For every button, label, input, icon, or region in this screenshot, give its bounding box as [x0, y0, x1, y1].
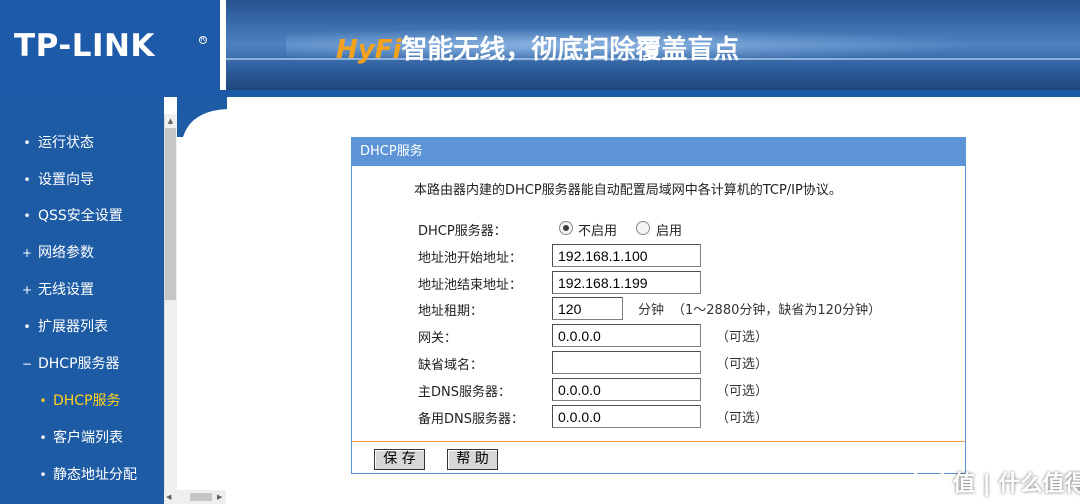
sidebar-item-setup-wizard[interactable]: • 设置向导	[0, 167, 164, 193]
lease-label: 地址租期：	[418, 304, 484, 319]
lease-unit: 分钟	[638, 303, 665, 318]
bullet-icon: •	[23, 209, 31, 223]
bullet-icon: •	[39, 394, 47, 408]
bullet-icon: •	[23, 136, 31, 150]
dhcp-panel: DHCP服务 本路由器内建的DHCP服务器能自动配置局域网中各计算机的TCP/I…	[351, 137, 966, 474]
sidebar-item-extenders[interactable]: • 扩展器列表	[0, 314, 164, 340]
radio-dhcp-on[interactable]	[636, 221, 650, 235]
panel-title: DHCP服务	[352, 138, 965, 166]
header-divider	[0, 90, 1080, 97]
sidebar-item-label: 设置向导	[38, 172, 94, 188]
gateway-hint: （可选）	[716, 330, 769, 345]
radio-dhcp-off-label: 不启用	[578, 224, 618, 239]
scroll-up-icon[interactable]: ▲	[164, 114, 177, 128]
bullet-icon: •	[39, 468, 47, 482]
watermark: 值 | 什么值得买	[905, 460, 1080, 500]
sidebar-item-label: 静态地址分配	[53, 467, 137, 483]
dns-secondary-label: 备用DNS服务器：	[418, 412, 524, 427]
pool-end-input[interactable]	[552, 271, 701, 294]
sidebar-item-label: QSS安全设置	[38, 208, 123, 224]
sidebar-item-label: DHCP服务器	[38, 356, 120, 372]
bullet-icon: •	[23, 320, 31, 334]
radio-dhcp-off[interactable]	[559, 221, 573, 235]
expand-icon: +	[21, 246, 33, 260]
domain-input[interactable]	[552, 351, 701, 374]
radio-selected-dot	[563, 225, 569, 231]
lease-hint: （1～2880分钟，缺省为120分钟）	[672, 303, 882, 318]
header: TP-LINK R HyFi智能无线，彻底扫除覆盖盲点	[0, 0, 1080, 90]
banner-slogan: HyFi智能无线，彻底扫除覆盖盲点	[336, 29, 739, 66]
domain-hint: （可选）	[716, 357, 769, 372]
collapse-icon: −	[21, 357, 33, 371]
sidebar-item-client-list[interactable]: • 客户端列表	[0, 425, 164, 451]
expand-icon: +	[21, 283, 33, 297]
pool-start-label: 地址池开始地址：	[418, 251, 523, 266]
gateway-label: 网关：	[418, 331, 458, 346]
domain-label: 缺省域名：	[418, 358, 484, 373]
sidebar-item-label: 客户端列表	[53, 430, 123, 446]
dhcp-server-label: DHCP服务器：	[418, 224, 507, 239]
save-button[interactable]: 保 存	[374, 449, 425, 470]
panel-description: 本路由器内建的DHCP服务器能自动配置局域网中各计算机的TCP/IP协议。	[414, 183, 842, 198]
scroll-left-icon[interactable]: ◀	[166, 490, 171, 504]
sidebar: • 运行状态 • 设置向导 • QSS安全设置 + 网络参数 + 无线设置 • …	[0, 97, 164, 504]
dns-primary-input[interactable]	[552, 378, 701, 401]
panel-body: 本路由器内建的DHCP服务器能自动配置局域网中各计算机的TCP/IP协议。 DH…	[352, 166, 965, 442]
sidebar-item-label: DHCP服务	[53, 393, 121, 409]
sidebar-item-label: 网络参数	[38, 245, 94, 261]
registered-mark-icon: R	[199, 36, 207, 44]
bullet-icon: •	[23, 173, 31, 187]
help-button[interactable]: 帮 助	[447, 449, 498, 470]
dns-primary-label: 主DNS服务器：	[418, 385, 511, 400]
gateway-input[interactable]	[552, 324, 701, 347]
sidebar-item-static-address[interactable]: • 静态地址分配	[0, 462, 164, 488]
bullet-icon: •	[39, 431, 47, 445]
sidebar-item-wireless[interactable]: + 无线设置	[0, 277, 164, 303]
sidebar-item-dhcp-service[interactable]: • DHCP服务	[0, 388, 164, 414]
banner-slogan-text: 智能无线，彻底扫除覆盖盲点	[401, 35, 740, 65]
sidebar-item-dhcp-server[interactable]: − DHCP服务器	[0, 351, 164, 377]
dns-secondary-hint: （可选）	[716, 411, 769, 426]
brand-logo: TP-LINK R	[0, 0, 220, 90]
sidebar-item-label: 无线设置	[38, 282, 94, 298]
sidebar-item-label: 扩展器列表	[38, 319, 108, 335]
horizontal-scrollbar-thumb[interactable]	[190, 493, 212, 501]
banner-slogan-brand: HyFi	[336, 35, 402, 65]
dns-secondary-input[interactable]	[552, 405, 701, 428]
watermark-text: 值 | 什么值得买	[953, 472, 1080, 497]
sidebar-item-qss[interactable]: • QSS安全设置	[0, 203, 164, 229]
watermark-logo-icon	[912, 463, 946, 497]
radio-dhcp-on-label: 启用	[656, 224, 683, 239]
panel-footer: 保 存 帮 助	[352, 443, 965, 473]
logo-text: TP-LINK	[14, 28, 155, 64]
banner: HyFi智能无线，彻底扫除覆盖盲点	[226, 0, 1080, 90]
sidebar-item-network[interactable]: + 网络参数	[0, 240, 164, 266]
sidebar-item-status[interactable]: • 运行状态	[0, 130, 164, 156]
pool-start-input[interactable]	[552, 244, 701, 267]
sidebar-item-label: 运行状态	[38, 135, 94, 151]
scroll-right-icon[interactable]: ▶	[217, 490, 222, 504]
pool-end-label: 地址池结束地址：	[418, 278, 523, 293]
scrollbar-thumb[interactable]	[165, 128, 176, 300]
lease-input[interactable]	[552, 297, 623, 320]
corner-decoration	[177, 97, 227, 137]
dns-primary-hint: （可选）	[716, 384, 769, 399]
